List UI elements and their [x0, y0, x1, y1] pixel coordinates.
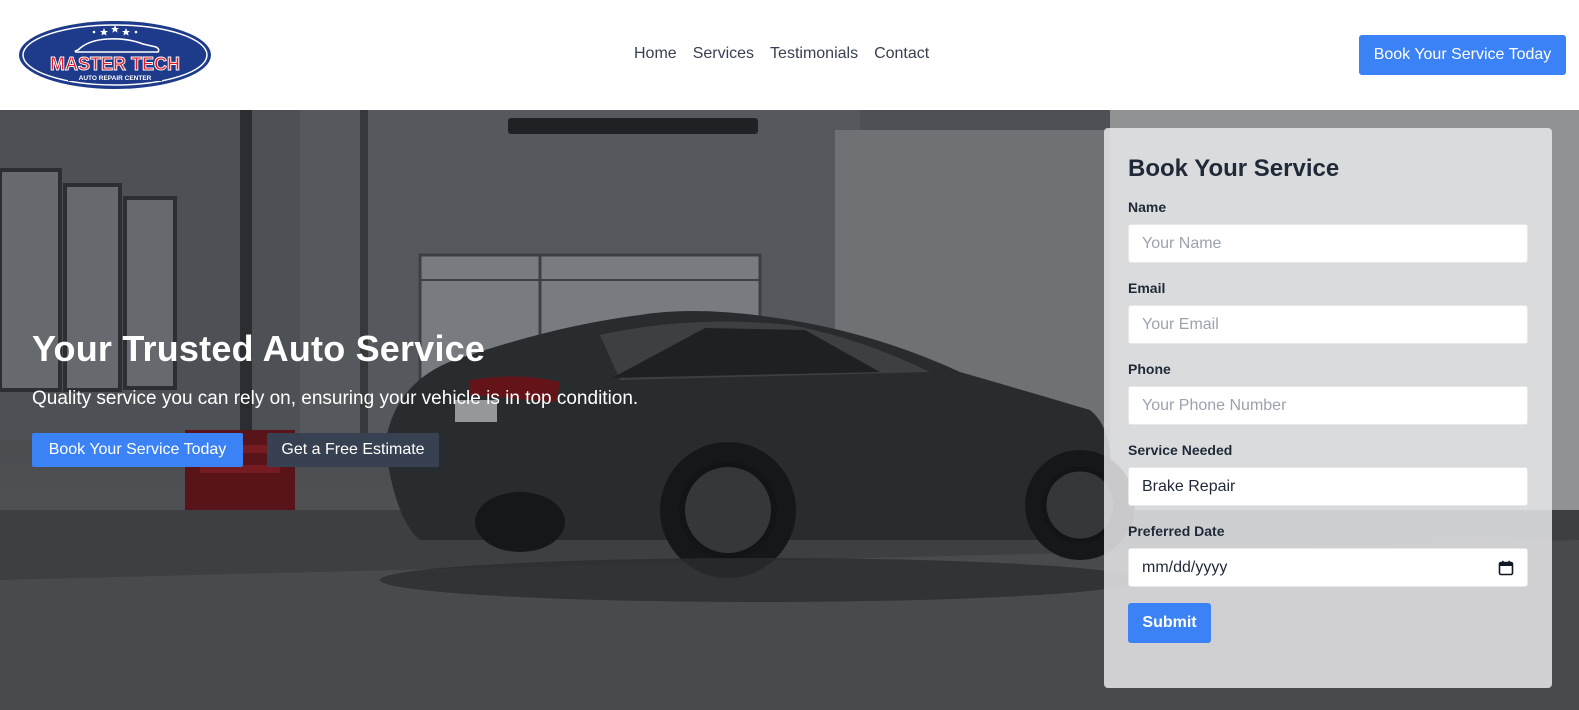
logo-main-text: MASTER TECH: [50, 54, 180, 74]
hero-book-service-button[interactable]: Book Your Service Today: [32, 433, 243, 467]
free-estimate-button[interactable]: Get a Free Estimate: [267, 433, 439, 467]
date-field[interactable]: mm/dd/yyyy: [1128, 548, 1528, 587]
header-book-service-button[interactable]: Book Your Service Today: [1359, 35, 1566, 75]
site-header: MASTER TECH AUTO REPAIR CENTER Home Serv…: [0, 0, 1579, 110]
nav-testimonials[interactable]: Testimonials: [770, 43, 858, 65]
phone-label: Phone: [1128, 361, 1171, 377]
submit-button[interactable]: Submit: [1128, 603, 1211, 643]
booking-form-title: Book Your Service: [1128, 155, 1340, 182]
calendar-icon[interactable]: [1498, 560, 1514, 576]
logo-sub-text: AUTO REPAIR CENTER: [79, 75, 152, 82]
hero-section: Your Trusted Auto Service Quality servic…: [0, 110, 1579, 710]
logo-graphic: MASTER TECH AUTO REPAIR CENTER: [19, 21, 211, 89]
phone-field[interactable]: [1128, 386, 1528, 425]
main-nav: Home Services Testimonials Contact: [634, 43, 929, 65]
email-field[interactable]: [1128, 305, 1528, 344]
nav-home[interactable]: Home: [634, 43, 677, 65]
hero-title: Your Trusted Auto Service: [32, 328, 486, 369]
name-field[interactable]: [1128, 224, 1528, 263]
service-select[interactable]: Brake Repair: [1128, 467, 1528, 506]
name-label: Name: [1128, 199, 1167, 215]
hero-subtitle: Quality service you can rely on, ensurin…: [32, 388, 639, 409]
nav-services[interactable]: Services: [693, 43, 754, 65]
service-label: Service Needed: [1128, 442, 1233, 458]
service-select-value: Brake Repair: [1142, 477, 1236, 495]
master-tech-logo[interactable]: MASTER TECH AUTO REPAIR CENTER: [18, 20, 213, 90]
date-label: Preferred Date: [1128, 523, 1225, 539]
email-label: Email: [1128, 280, 1166, 296]
booking-form: Book Your Service Name Email Phone Servi…: [1104, 128, 1552, 688]
date-field-value: mm/dd/yyyy: [1142, 558, 1228, 576]
nav-contact[interactable]: Contact: [874, 43, 929, 65]
